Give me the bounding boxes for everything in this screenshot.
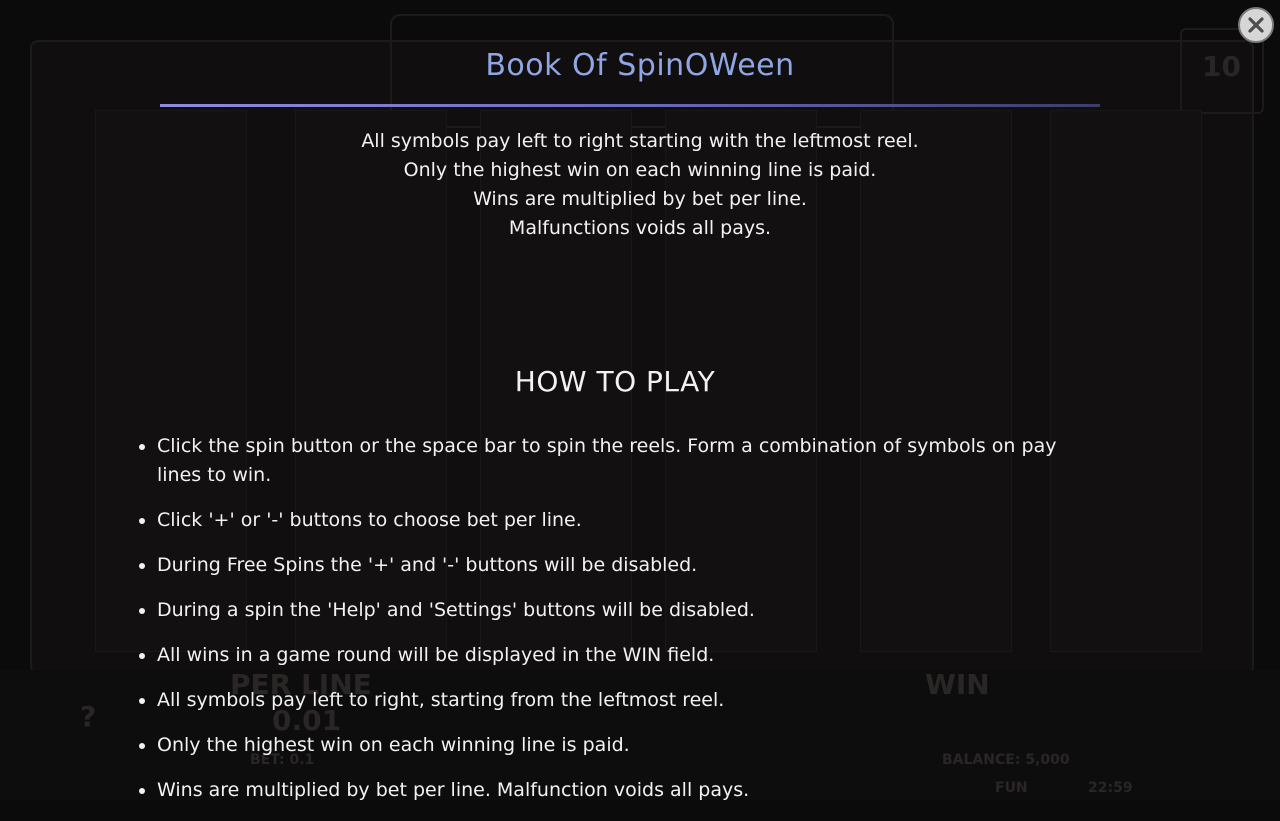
how-to-play-heading: HOW TO PLAY xyxy=(514,365,716,398)
page-title: Book Of SpinOWeen xyxy=(485,48,795,83)
list-item: Click '+' or '-' buttons to choose bet p… xyxy=(139,506,1087,535)
how-to-play-list: Click the spin button or the space bar t… xyxy=(139,432,1087,821)
close-button[interactable] xyxy=(1238,7,1274,43)
list-item: All symbols pay left to right, starting … xyxy=(139,686,1087,715)
intro-text: All symbols pay left to right starting w… xyxy=(0,127,1280,243)
list-item: Only the highest win on each winning lin… xyxy=(139,731,1087,760)
intro-line: Malfunctions voids all pays. xyxy=(508,217,772,239)
intro-line: All symbols pay left to right starting w… xyxy=(361,130,919,152)
list-item: During a spin the 'Help' and 'Settings' … xyxy=(139,596,1087,625)
help-overlay: Book Of SpinOWeen All symbols pay left t… xyxy=(0,0,1280,801)
title-divider xyxy=(160,104,1100,107)
list-item: During Free Spins the '+' and '-' button… xyxy=(139,551,1087,580)
intro-line: Wins are multiplied by bet per line. xyxy=(473,188,807,210)
list-item: Click the spin button or the space bar t… xyxy=(139,432,1087,490)
intro-line: Only the highest win on each winning lin… xyxy=(403,159,877,181)
close-icon xyxy=(1248,17,1264,33)
list-item: Wins are multiplied by bet per line. Mal… xyxy=(139,776,1087,805)
list-item: All wins in a game round will be display… xyxy=(139,641,1087,670)
